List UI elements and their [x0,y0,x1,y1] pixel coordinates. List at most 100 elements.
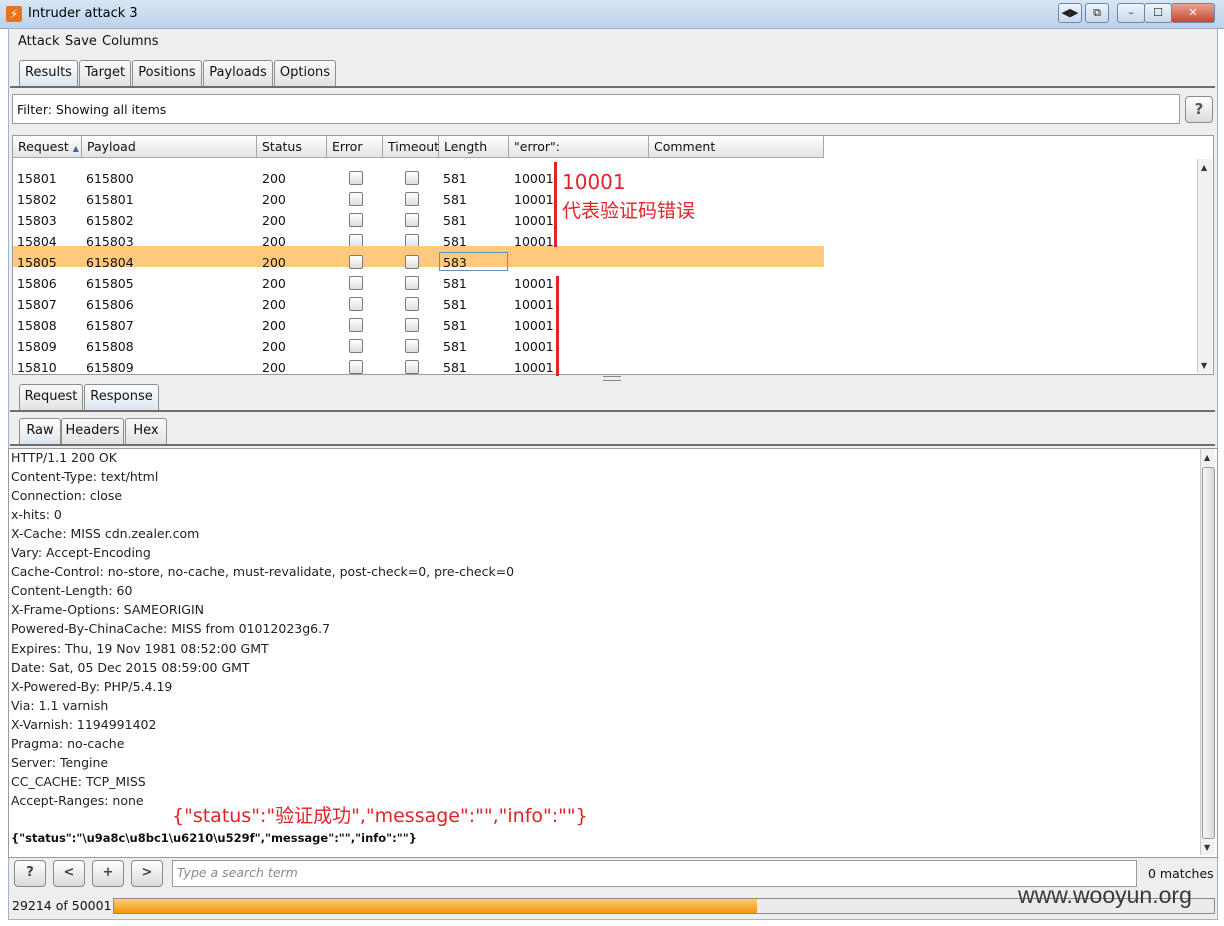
timeout-checkbox [405,339,419,353]
cell-error-grep: 10001 [514,276,554,291]
tab-raw[interactable]: Raw [19,418,61,444]
column-header-timeout[interactable]: Timeout [383,136,439,158]
cell-length: 581 [443,276,467,291]
navigate-icon[interactable]: ◀▶ [1058,3,1082,23]
cell-status: 200 [262,171,286,186]
column-header-comment[interactable]: Comment [649,136,824,158]
minimize-button[interactable]: – [1117,3,1145,23]
split-drag-handle[interactable] [603,376,621,381]
response-scroll-down-icon[interactable]: ▼ [1204,843,1210,852]
timeout-checkbox [405,213,419,227]
cell-length: 581 [443,318,467,333]
cell-status: 200 [262,297,286,312]
error-checkbox [349,171,363,185]
scroll-up-icon[interactable]: ▲ [1201,163,1207,172]
tab-positions[interactable]: Positions [132,60,202,86]
response-line: Date: Sat, 05 Dec 2015 08:59:00 GMT [11,659,250,675]
timeout-checkbox [405,360,419,374]
annotation-error-code: 10001 [562,170,626,194]
view-tab-divider [10,444,1215,446]
search-previous-button[interactable]: < [53,860,85,887]
menu-save[interactable]: Save [65,34,97,49]
response-scroll-thumb[interactable] [1202,467,1215,839]
search-box[interactable] [172,860,1137,887]
column-header-error-grep[interactable]: "error": [509,136,649,158]
error-checkbox [349,360,363,374]
annotation-bar-bottom [556,276,559,376]
error-checkbox [349,276,363,290]
maximize-button[interactable]: ☐ [1144,3,1172,23]
timeout-checkbox [405,192,419,206]
scroll-down-icon[interactable]: ▼ [1201,361,1207,370]
cell-status: 200 [262,276,286,291]
cell-payload: 615800 [86,171,134,186]
cell-error-grep: 10001 [514,213,554,228]
tab-divider [10,86,1215,88]
column-header-status[interactable]: Status [257,136,327,158]
restore-view-icon[interactable]: ⧉ [1085,3,1109,23]
tab-response[interactable]: Response [84,384,159,410]
progress-fill [114,899,757,913]
cell-payload: 615809 [86,360,134,375]
cell-status: 200 [262,339,286,354]
column-header-request[interactable]: Request ▲ [13,136,82,158]
filter-bar[interactable] [12,94,1180,124]
window-title: Intruder attack 3 [28,6,138,21]
timeout-checkbox [405,318,419,332]
search-help-button[interactable]: ? [14,860,46,887]
response-line: X-Varnish: 1194991402 [11,716,157,732]
filter-help-button[interactable]: ? [1185,96,1213,123]
response-line: Connection: close [11,488,123,504]
tab-hex[interactable]: Hex [125,418,167,444]
cell-request: 15805 [17,255,57,270]
column-header-length[interactable]: Length [439,136,509,158]
cell-request: 15802 [17,192,57,207]
sub-tab-divider [10,410,1215,412]
response-line: Content-Type: text/html [11,469,159,485]
cell-length: 581 [443,192,467,207]
response-line: HTTP/1.1 200 OK [11,450,117,465]
error-checkbox [349,339,363,353]
response-line: CC_CACHE: TCP_MISS [11,773,146,789]
cell-length: 581 [443,213,467,228]
cell-request: 15808 [17,318,57,333]
close-button[interactable]: ✕ [1171,3,1215,23]
response-line: X-Frame-Options: SAMEORIGIN [11,602,205,618]
cell-error-grep: 10001 [514,297,554,312]
response-scrollbar[interactable]: ▲ ▼ [1200,449,1215,855]
search-input[interactable] [173,861,1121,884]
error-checkbox [349,213,363,227]
cell-length: 581 [443,360,467,375]
tab-payloads[interactable]: Payloads [203,60,273,86]
cell-length: 581 [443,171,467,186]
watermark: www.wooyun.org [1018,882,1192,908]
response-line: Powered-By-ChinaCache: MISS from 0101202… [11,621,331,637]
menu-attack[interactable]: Attack [18,34,60,49]
response-line: x-hits: 0 [11,507,62,523]
search-match-count: 0 matches [1148,866,1214,881]
timeout-checkbox [405,255,419,269]
column-header-payload[interactable]: Payload [82,136,257,158]
tab-results[interactable]: Results [19,60,78,86]
search-next-button[interactable]: > [131,860,163,887]
cell-status: 200 [262,318,286,333]
length-cell-focus [439,252,508,271]
cell-status: 200 [262,255,286,270]
tab-request[interactable]: Request [19,384,83,410]
tab-options[interactable]: Options [274,60,336,86]
menu-columns[interactable]: Columns [102,34,159,49]
cell-request: 15806 [17,276,57,291]
response-line: Vary: Accept-Encoding [11,545,151,561]
cell-error-grep: 10001 [514,360,554,375]
tab-headers[interactable]: Headers [61,418,124,444]
cell-payload: 615801 [86,192,134,207]
cell-payload: 615802 [86,213,134,228]
error-checkbox [349,318,363,332]
table-scrollbar[interactable]: ▲ ▼ [1197,159,1212,373]
column-header-error[interactable]: Error [327,136,383,158]
response-scroll-up-icon[interactable]: ▲ [1204,453,1210,462]
search-options-button[interactable]: + [92,860,124,887]
tab-target[interactable]: Target [79,60,131,86]
filter-text: Filter: Showing all items [17,102,167,117]
response-line: Server: Tengine [11,754,109,770]
